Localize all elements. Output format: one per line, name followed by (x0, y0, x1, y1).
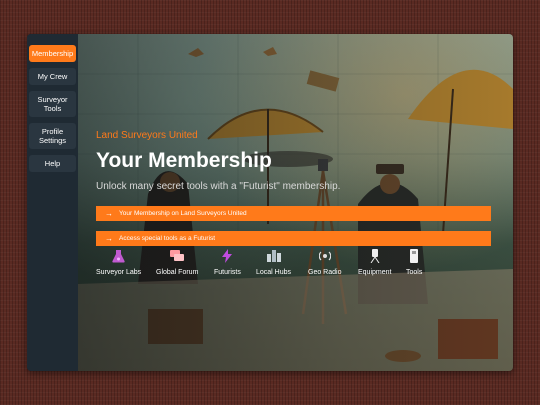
page-title: Your Membership (96, 149, 272, 172)
tool-equipment[interactable]: Equipment (358, 248, 391, 276)
tool-surveyor-labs[interactable]: Surveyor Labs (96, 248, 141, 276)
hubs-icon (266, 248, 281, 264)
sidebar-item-surveyor-tools[interactable]: Surveyor Tools (29, 91, 76, 117)
sidebar-item-my-crew[interactable]: My Crew (29, 68, 76, 85)
arrow-right-icon: → (105, 234, 113, 243)
tools-icon (407, 248, 421, 264)
forum-icon (170, 248, 185, 264)
tool-global-forum[interactable]: Global Forum (156, 248, 198, 276)
flask-icon (112, 248, 126, 264)
membership-link-button[interactable]: → Your Membership on Land Surveyors Unit… (96, 206, 491, 221)
special-tools-button[interactable]: → Access special tools as a Futurist (96, 231, 491, 246)
tool-geo-radio[interactable]: Geo Radio (308, 248, 341, 276)
radio-icon (318, 248, 332, 264)
tool-tools[interactable]: Tools (406, 248, 422, 276)
hero-kicker: Land Surveyors United (96, 130, 198, 141)
tool-futurists[interactable]: Futurists (214, 248, 241, 276)
sidebar-item-profile-settings[interactable]: Profile Settings (29, 123, 76, 149)
sidebar-item-membership[interactable]: Membership (29, 45, 76, 62)
equipment-icon (368, 248, 382, 264)
lightning-icon (220, 248, 234, 264)
tool-label: Local Hubs (256, 269, 292, 276)
special-tools-label: Access special tools as a Futurist (119, 235, 216, 242)
tool-label: Equipment (358, 269, 392, 276)
tool-label: Tools (406, 269, 423, 276)
tool-local-hubs[interactable]: Local Hubs (256, 248, 291, 276)
tool-label: Surveyor Labs (96, 269, 142, 276)
hero-section: Land Surveyors United Your Membership Un… (78, 34, 513, 371)
hero-subtitle: Unlock many secret tools with a "Futuris… (96, 181, 341, 192)
arrow-right-icon: → (105, 209, 113, 218)
sidebar: Membership My Crew Surveyor Tools Profil… (27, 34, 78, 371)
hero-overlay (78, 34, 513, 371)
tool-label: Global Forum (156, 269, 199, 276)
sidebar-item-help[interactable]: Help (29, 155, 76, 172)
tool-label: Geo Radio (308, 269, 342, 276)
app-window: Membership My Crew Surveyor Tools Profil… (27, 34, 513, 371)
tool-label: Futurists (214, 269, 241, 276)
membership-link-label: Your Membership on Land Surveyors United (119, 210, 247, 217)
